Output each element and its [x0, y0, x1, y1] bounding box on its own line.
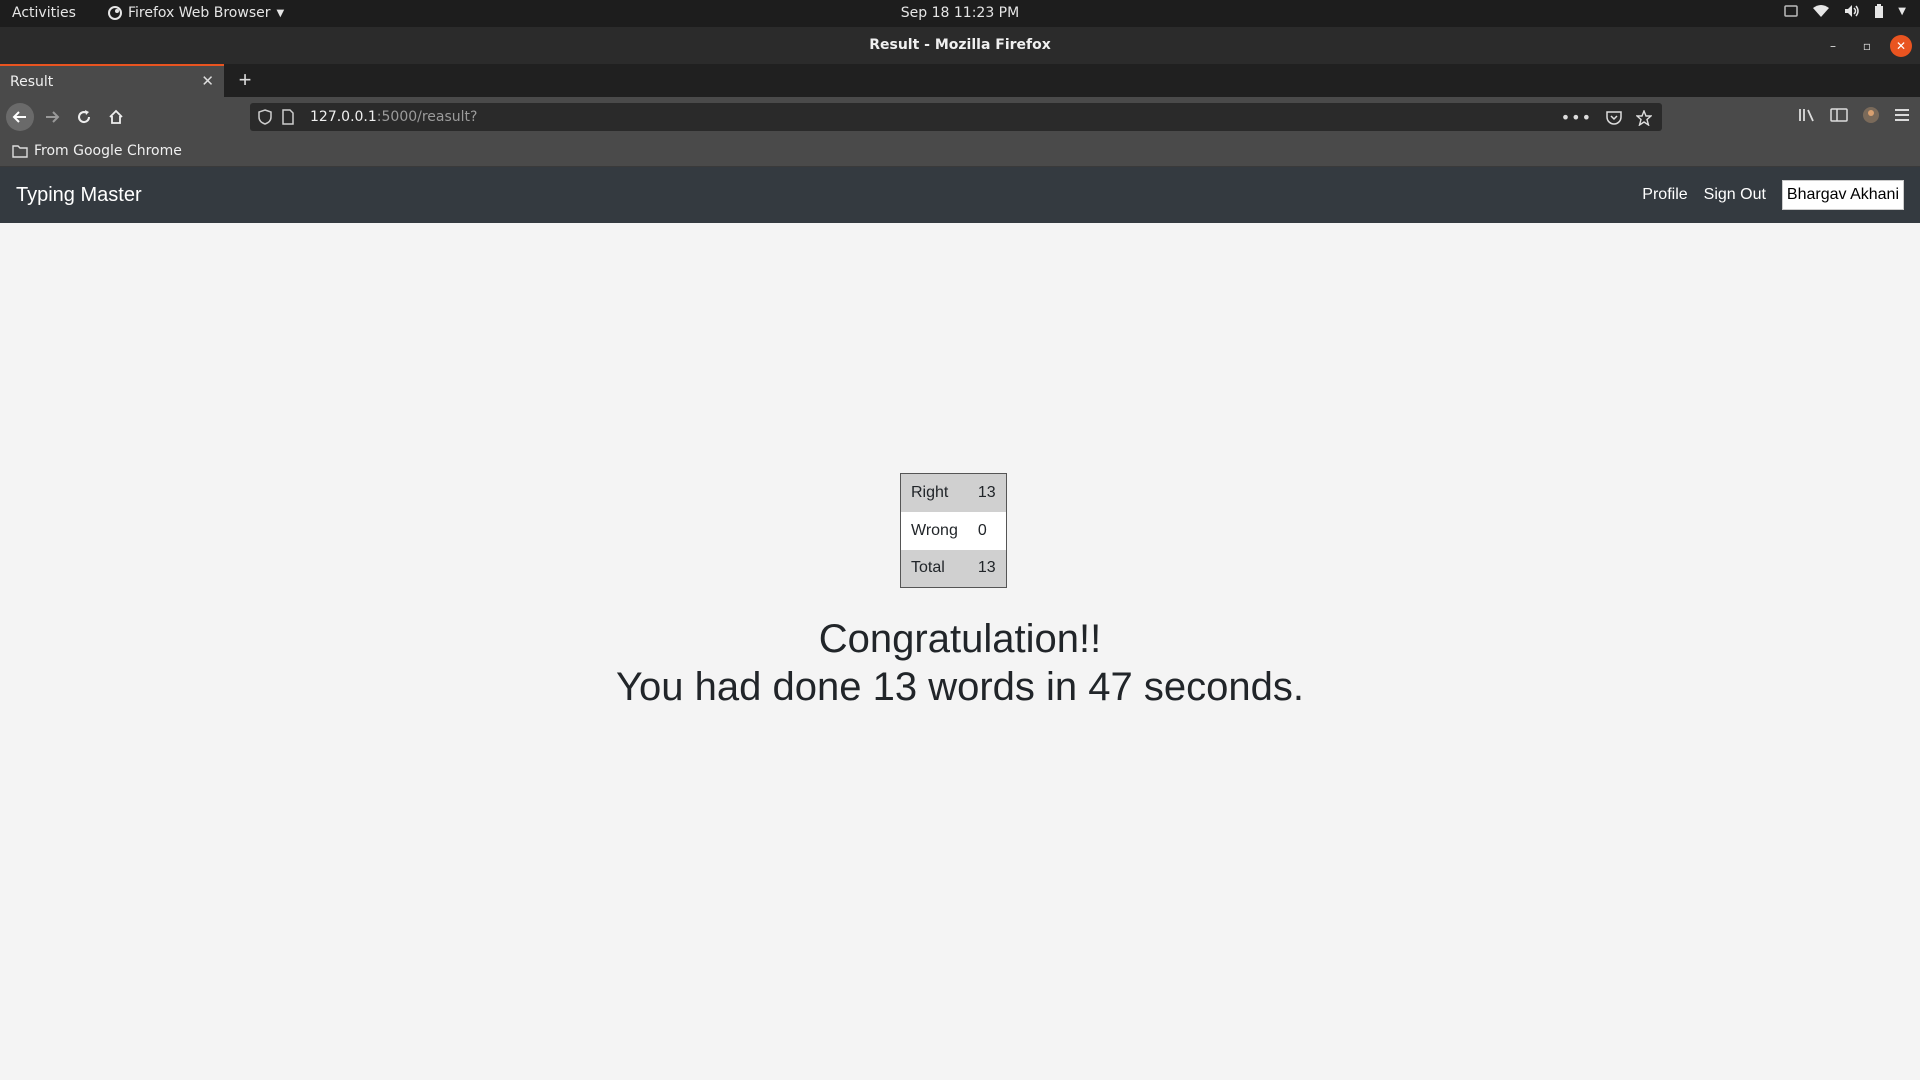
forward-button[interactable]	[38, 103, 66, 131]
minimize-button[interactable]: –	[1822, 35, 1844, 57]
tab-strip: Result ✕ +	[0, 64, 1920, 97]
site-navbar: Typing Master Profile Sign Out Bhargav A…	[0, 167, 1920, 223]
url-text[interactable]: 127.0.0.1:5000/reasult?	[310, 109, 477, 125]
tab-result[interactable]: Result ✕	[0, 64, 224, 97]
shield-icon[interactable]	[258, 109, 272, 125]
home-icon	[109, 109, 123, 124]
table-row: Wrong 0	[900, 511, 1007, 550]
bookmark-folder[interactable]: From Google Chrome	[12, 143, 182, 159]
sign-out-link[interactable]: Sign Out	[1704, 186, 1766, 204]
system-menu-caret-icon: ▼	[1898, 5, 1906, 17]
caret-down-icon: ▼	[276, 7, 285, 19]
tab-title: Result	[10, 74, 54, 90]
bookmark-folder-label: From Google Chrome	[34, 143, 182, 159]
close-window-button[interactable]: ✕	[1890, 35, 1912, 57]
site-brand[interactable]: Typing Master	[16, 184, 142, 207]
row-label: Total	[911, 559, 945, 577]
row-label: Right	[911, 483, 949, 501]
url-path: :5000/reasult?	[376, 109, 478, 125]
nav-toolbar: 127.0.0.1:5000/reasult? •••	[0, 97, 1920, 137]
clock: Sep 18 11:23 PM	[0, 5, 1920, 21]
system-top-bar: Activities Firefox Web Browser ▼ Sep 18 …	[0, 0, 1920, 27]
new-tab-button[interactable]: +	[232, 67, 258, 93]
pocket-icon[interactable]	[1606, 110, 1622, 126]
user-name-badge: Bhargav Akhani	[1781, 180, 1904, 210]
row-label: Wrong	[911, 521, 958, 539]
forward-arrow-icon	[46, 111, 60, 123]
keyboard-icon	[1784, 5, 1799, 17]
table-row: Total 13	[900, 549, 1007, 588]
table-row: Right 13	[900, 473, 1007, 512]
result-table: Right 13 Wrong 0 Total 13	[900, 473, 1007, 588]
page-icon[interactable]	[282, 109, 294, 125]
sidebar-icon[interactable]	[1830, 107, 1848, 123]
account-avatar-icon[interactable]	[1862, 106, 1880, 124]
page-content: Typing Master Profile Sign Out Bhargav A…	[0, 167, 1920, 1080]
result-summary: You had done 13 words in 47 seconds.	[616, 665, 1304, 709]
volume-icon	[1845, 5, 1860, 17]
library-icon[interactable]	[1798, 107, 1816, 123]
activities-button[interactable]: Activities	[12, 5, 76, 21]
battery-icon	[1875, 4, 1884, 18]
page-actions-icon[interactable]: •••	[1561, 108, 1592, 127]
clock-label[interactable]: Sep 18 11:23 PM	[901, 5, 1019, 21]
row-value: 13	[977, 559, 996, 577]
back-arrow-icon	[12, 111, 26, 123]
bookmark-star-icon[interactable]	[1636, 109, 1652, 126]
row-value: 0	[977, 521, 987, 539]
firefox-icon	[108, 6, 122, 20]
app-menu-label: Firefox Web Browser	[128, 5, 271, 21]
close-tab-icon[interactable]: ✕	[201, 72, 214, 90]
home-button[interactable]	[102, 103, 130, 131]
maximize-button[interactable]: ▫	[1856, 35, 1878, 57]
url-bar[interactable]: 127.0.0.1:5000/reasult? •••	[250, 103, 1662, 131]
back-button[interactable]	[6, 103, 34, 131]
reload-button[interactable]	[70, 103, 98, 131]
reload-icon	[78, 110, 91, 124]
system-tray[interactable]: ▼	[1784, 4, 1906, 18]
url-host: 127.0.0.1	[310, 109, 377, 125]
congratulation-heading: Congratulation!!	[818, 617, 1102, 661]
wifi-icon	[1813, 5, 1830, 17]
bookmarks-toolbar: From Google Chrome	[0, 137, 1920, 167]
profile-link[interactable]: Profile	[1642, 186, 1687, 204]
window-title-bar: Result - Mozilla Firefox – ▫ ✕	[0, 27, 1920, 64]
row-value: 13	[977, 483, 996, 501]
folder-icon	[12, 145, 28, 158]
window-title: Result - Mozilla Firefox	[869, 37, 1051, 53]
app-menu[interactable]: Firefox Web Browser ▼	[108, 5, 284, 21]
hamburger-menu-icon[interactable]	[1894, 108, 1910, 122]
